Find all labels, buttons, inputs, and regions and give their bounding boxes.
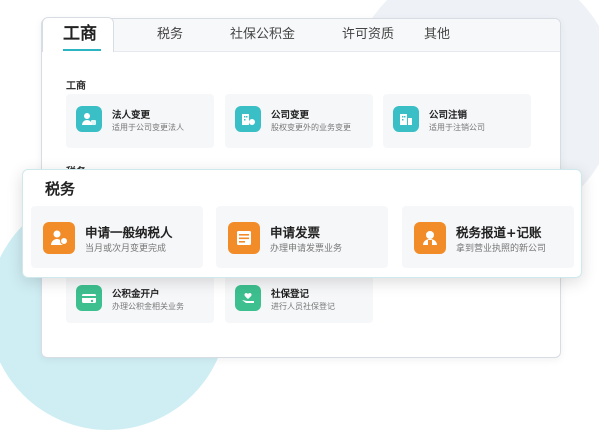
taxpayer-icon bbox=[43, 222, 75, 254]
service-item-desc: 进行人员社保登记 bbox=[271, 302, 335, 311]
person-card-icon bbox=[76, 106, 102, 132]
service-item-company-change[interactable]: 公司变更 股权变更外的业务变更 bbox=[225, 94, 373, 148]
service-item-company-cancel[interactable]: 公司注销 适用于注销公司 bbox=[383, 94, 531, 148]
tab-xuke[interactable]: 许可资质 bbox=[342, 19, 394, 51]
service-item-title: 公司注销 bbox=[429, 110, 468, 121]
service-item-desc: 办理公积金相关业务 bbox=[112, 302, 184, 311]
service-item-title: 税务报道+记账 bbox=[456, 225, 542, 240]
tab-shuiwu[interactable]: 税务 bbox=[157, 19, 183, 51]
service-item-desc: 拿到营业执照的新公司 bbox=[456, 244, 547, 254]
service-item-invoice[interactable]: 申请发票 办理申请发票业务 bbox=[216, 206, 388, 268]
fund-card-icon bbox=[76, 285, 102, 311]
service-item-title: 社保登记 bbox=[271, 289, 310, 300]
service-item-fund-account[interactable]: 公积金开户 办理公积金相关业务 bbox=[66, 275, 214, 323]
building-change-icon bbox=[235, 106, 261, 132]
tab-gongshang[interactable]: 工商 bbox=[42, 17, 114, 52]
tax-report-icon bbox=[414, 222, 446, 254]
service-item-general-taxpayer[interactable]: 申请一般纳税人 当月或次月变更完成 bbox=[31, 206, 203, 268]
service-item-title: 申请一般纳税人 bbox=[85, 225, 173, 240]
service-item-title: 公积金开户 bbox=[112, 289, 160, 300]
service-item-title: 公司变更 bbox=[271, 110, 310, 121]
service-item-title: 申请发票 bbox=[270, 225, 321, 240]
invoice-icon bbox=[228, 222, 260, 254]
popup-title: 税务 bbox=[45, 180, 76, 198]
service-item-desc: 当月或次月变更完成 bbox=[85, 244, 167, 254]
tab-other[interactable]: 其他 bbox=[424, 19, 450, 51]
hand-heart-icon bbox=[235, 285, 261, 311]
service-item-legal-person[interactable]: 法人变更 适用于公司变更法人 bbox=[66, 94, 214, 148]
service-item-tax-report[interactable]: 税务报道+记账 拿到营业执照的新公司 bbox=[402, 206, 574, 268]
service-item-desc: 适用于注销公司 bbox=[429, 123, 485, 132]
tab-shebao[interactable]: 社保公积金 bbox=[230, 19, 295, 51]
service-item-desc: 适用于公司变更法人 bbox=[112, 123, 184, 132]
tax-services-popup: 税务 申请一般纳税人 当月或次月变更完成 申请发票 办理申请发票业务 税务报道+… bbox=[22, 169, 582, 278]
service-item-title: 法人变更 bbox=[112, 110, 151, 121]
tab-bar: 工商 税务 社保公积金 许可资质 其他 bbox=[42, 17, 560, 52]
service-item-social-security[interactable]: 社保登记 进行人员社保登记 bbox=[225, 275, 373, 323]
section-title-gongshang: 工商 bbox=[66, 81, 86, 92]
service-item-desc: 股权变更外的业务变更 bbox=[271, 123, 351, 132]
service-item-desc: 办理申请发票业务 bbox=[270, 244, 343, 254]
building-cancel-icon bbox=[393, 106, 419, 132]
